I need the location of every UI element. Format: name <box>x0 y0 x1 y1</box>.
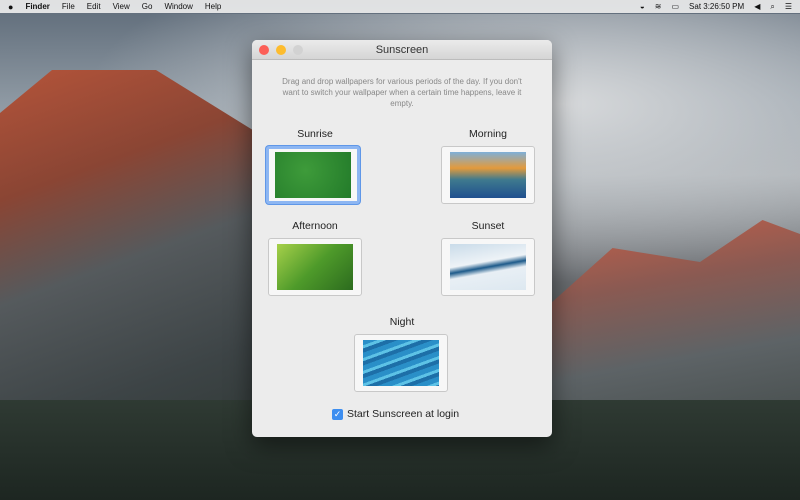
well-sunset[interactable] <box>441 238 535 296</box>
well-morning[interactable] <box>441 146 535 204</box>
zoom-button[interactable] <box>293 45 303 55</box>
label-morning: Morning <box>469 128 507 140</box>
spotlight-icon[interactable]: ⌕ <box>770 2 774 12</box>
well-night[interactable] <box>354 334 448 392</box>
apple-menu-icon[interactable]: ● <box>8 2 13 12</box>
wifi-icon[interactable]: ≋ <box>655 2 662 11</box>
menu-file[interactable]: File <box>62 2 75 11</box>
sunset-image <box>450 244 526 290</box>
menu-app[interactable]: Finder <box>25 2 49 11</box>
start-at-login-label[interactable]: Start Sunscreen at login <box>347 408 459 420</box>
start-at-login-checkbox[interactable]: ✓ Start Sunscreen at login <box>332 408 459 420</box>
title-bar[interactable]: Sunscreen <box>252 40 552 60</box>
menu-edit[interactable]: Edit <box>87 2 101 11</box>
menu-window[interactable]: Window <box>164 2 192 11</box>
list-icon[interactable]: ☰ <box>785 2 792 11</box>
battery-icon[interactable]: ▭ <box>671 2 679 11</box>
volume-icon[interactable]: ◀ <box>754 2 760 11</box>
description: Drag and drop wallpapers for various per… <box>282 77 522 108</box>
menu-bar: ● Finder File Edit View Go Window Help ◒… <box>0 0 800 13</box>
sunscreen-window: Sunscreen Drag and drop wallpapers for v… <box>252 40 552 437</box>
sunrise-image <box>275 152 351 198</box>
notification-icon[interactable]: ◒ <box>640 2 645 11</box>
morning-image <box>450 152 526 198</box>
well-sunrise[interactable] <box>266 146 360 204</box>
night-image <box>363 340 439 386</box>
checkmark-icon[interactable]: ✓ <box>332 408 343 420</box>
clock[interactable]: Sat 3:26:50 PM <box>689 2 744 11</box>
label-sunset: Sunset <box>471 220 505 232</box>
menu-view[interactable]: View <box>113 2 130 11</box>
close-button[interactable] <box>259 45 269 55</box>
label-sunrise: Sunrise <box>297 128 333 140</box>
minimize-button[interactable] <box>276 45 286 55</box>
menu-help[interactable]: Help <box>205 2 221 11</box>
label-afternoon: Afternoon <box>292 220 338 232</box>
well-afternoon[interactable] <box>268 238 362 296</box>
menu-go[interactable]: Go <box>142 2 153 11</box>
afternoon-image <box>277 244 353 290</box>
label-night: Night <box>389 316 415 328</box>
window-title: Sunscreen <box>375 44 429 56</box>
